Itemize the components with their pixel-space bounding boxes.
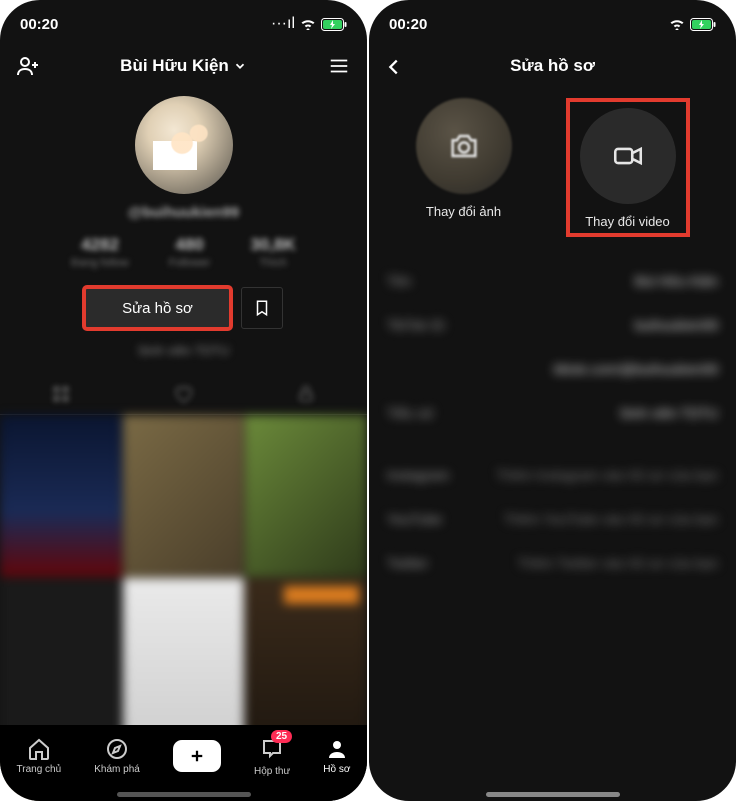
add-friend-icon[interactable] — [16, 54, 40, 78]
battery-icon — [321, 18, 347, 31]
stat-num: 30,8K — [250, 235, 295, 255]
wifi-icon — [300, 18, 316, 30]
row-value: buihuukien99 — [635, 317, 718, 333]
stats-row: 4282 Đang follow 480 Follower 30,8K Thíc… — [0, 235, 367, 269]
nav-profile[interactable]: Hồ sơ — [323, 737, 350, 775]
row-name[interactable]: Tên Bùi Hữu Kiện — [369, 259, 736, 303]
bookmark-button[interactable] — [241, 287, 283, 329]
plus-icon — [188, 747, 206, 765]
battery-icon — [690, 18, 716, 31]
change-photo[interactable]: Thay đổi ảnh — [416, 98, 512, 237]
status-bar: 00:20 ···ıl — [0, 0, 367, 44]
home-indicator — [486, 792, 620, 797]
inbox-badge: 25 — [271, 730, 292, 743]
tab-videos[interactable] — [0, 374, 122, 414]
tab-liked[interactable] — [122, 374, 244, 414]
row-key: YouTube — [387, 511, 442, 527]
phone-profile-screen: 00:20 ···ıl Bùi Hữu Kiện @buihuukien99 4… — [0, 0, 367, 801]
profile-header: Bùi Hữu Kiện — [0, 44, 367, 92]
stat-following[interactable]: 4282 Đang follow — [71, 235, 128, 269]
video-icon — [611, 139, 645, 173]
bookmark-icon — [253, 299, 271, 317]
video-cell[interactable] — [0, 578, 122, 740]
row-twitter[interactable]: Twitter Thêm Twitter vào hồ sơ của bạn — [369, 541, 736, 585]
avatar-container — [0, 92, 367, 194]
home-indicator — [117, 792, 251, 797]
nav-inbox[interactable]: 25 Hộp thư — [254, 736, 290, 777]
nav-label: Hồ sơ — [323, 764, 350, 775]
row-instagram[interactable]: Instagram Thêm Instagram vào hồ sơ của bạ… — [369, 453, 736, 497]
tab-private[interactable] — [245, 374, 367, 414]
row-key: Twitter — [387, 555, 428, 571]
camera-icon — [447, 129, 481, 163]
chevron-left-icon — [383, 56, 405, 78]
phone-edit-profile-screen: 00:20 Sửa hồ sơ Thay đổi ảnh Thay đổ — [369, 0, 736, 801]
content-tabs — [0, 374, 367, 415]
stat-likes[interactable]: 30,8K Thích — [250, 235, 295, 269]
row-value: Thêm YouTube vào hồ sơ của bạn — [504, 511, 718, 527]
row-bio[interactable]: Tiểu sử Sinh viên TDTU — [369, 391, 736, 435]
change-video-label: Thay đổi video — [585, 214, 670, 229]
profile-title[interactable]: Bùi Hữu Kiện — [120, 56, 247, 76]
row-key: Tên — [387, 273, 411, 289]
row-tiktok-id[interactable]: TikTok ID buihuukien99 — [369, 303, 736, 347]
change-media-row: Thay đổi ảnh Thay đổi video — [369, 92, 736, 237]
stat-num: 480 — [169, 235, 211, 255]
stat-label: Đang follow — [71, 257, 128, 269]
video-circle — [580, 108, 676, 204]
status-time: 00:20 — [20, 16, 58, 33]
stat-followers[interactable]: 480 Follower — [169, 235, 211, 269]
nav-create[interactable] — [173, 740, 221, 772]
back-button[interactable] — [383, 56, 405, 83]
settings-list: Tên Bùi Hữu Kiện TikTok ID buihuukien99 ti… — [369, 259, 736, 585]
row-link[interactable]: tiktok.com/@buihuukien99 — [369, 347, 736, 391]
status-icons — [669, 18, 716, 31]
nav-label: Khám phá — [94, 764, 140, 775]
status-bar: 00:20 — [369, 0, 736, 44]
bio: Sinh viên TDTU — [0, 343, 367, 358]
change-video[interactable]: Thay đổi video — [566, 98, 690, 237]
edit-header: Sửa hồ sơ — [369, 44, 736, 92]
row-youtube[interactable]: YouTube Thêm YouTube vào hồ sơ của bạn — [369, 497, 736, 541]
bottom-nav: Trang chủ Khám phá 25 Hộp thư Hồ sơ — [0, 725, 367, 801]
row-key: Tiểu sử — [387, 405, 434, 421]
row-value: Thêm Instagram vào hồ sơ của bạn — [496, 467, 718, 483]
wifi-icon — [669, 18, 685, 30]
nav-label: Hộp thư — [254, 766, 290, 777]
photo-circle — [416, 98, 512, 194]
stat-label: Thích — [250, 257, 295, 269]
row-key: TikTok ID — [387, 317, 445, 333]
chevron-down-icon — [233, 59, 247, 73]
nav-discover[interactable]: Khám phá — [94, 737, 140, 775]
video-cell[interactable] — [245, 415, 367, 577]
menu-icon[interactable] — [327, 54, 351, 78]
row-value: Thêm Twitter vào hồ sơ của bạn — [518, 555, 718, 571]
status-icons: ···ıl — [271, 15, 347, 33]
row-value: tiktok.com/@buihuukien99 — [554, 361, 718, 377]
profile-icon — [325, 737, 349, 761]
username: @buihuukien99 — [0, 204, 367, 221]
video-cell[interactable] — [123, 415, 245, 577]
row-value: Bùi Hữu Kiện — [635, 273, 718, 289]
video-cell[interactable] — [123, 578, 245, 740]
stat-label: Follower — [169, 257, 211, 269]
change-photo-label: Thay đổi ảnh — [426, 204, 501, 219]
stat-num: 4282 — [71, 235, 128, 255]
nav-home[interactable]: Trang chủ — [17, 737, 62, 775]
edit-row: Sửa hồ sơ — [0, 287, 367, 329]
video-cell[interactable] — [0, 415, 122, 577]
page-title: Sửa hồ sơ — [510, 56, 595, 76]
video-cell[interactable] — [245, 578, 367, 740]
home-icon — [27, 737, 51, 761]
create-button[interactable] — [173, 740, 221, 772]
nav-label: Trang chủ — [17, 764, 62, 775]
row-value: Sinh viên TDTU — [619, 405, 718, 421]
avatar[interactable] — [135, 96, 233, 194]
signal-icon: ···ıl — [271, 15, 295, 33]
compass-icon — [105, 737, 129, 761]
row-key: Instagram — [387, 467, 449, 483]
status-time: 00:20 — [389, 16, 427, 33]
edit-profile-button[interactable]: Sửa hồ sơ — [84, 287, 231, 329]
profile-name: Bùi Hữu Kiện — [120, 56, 229, 76]
